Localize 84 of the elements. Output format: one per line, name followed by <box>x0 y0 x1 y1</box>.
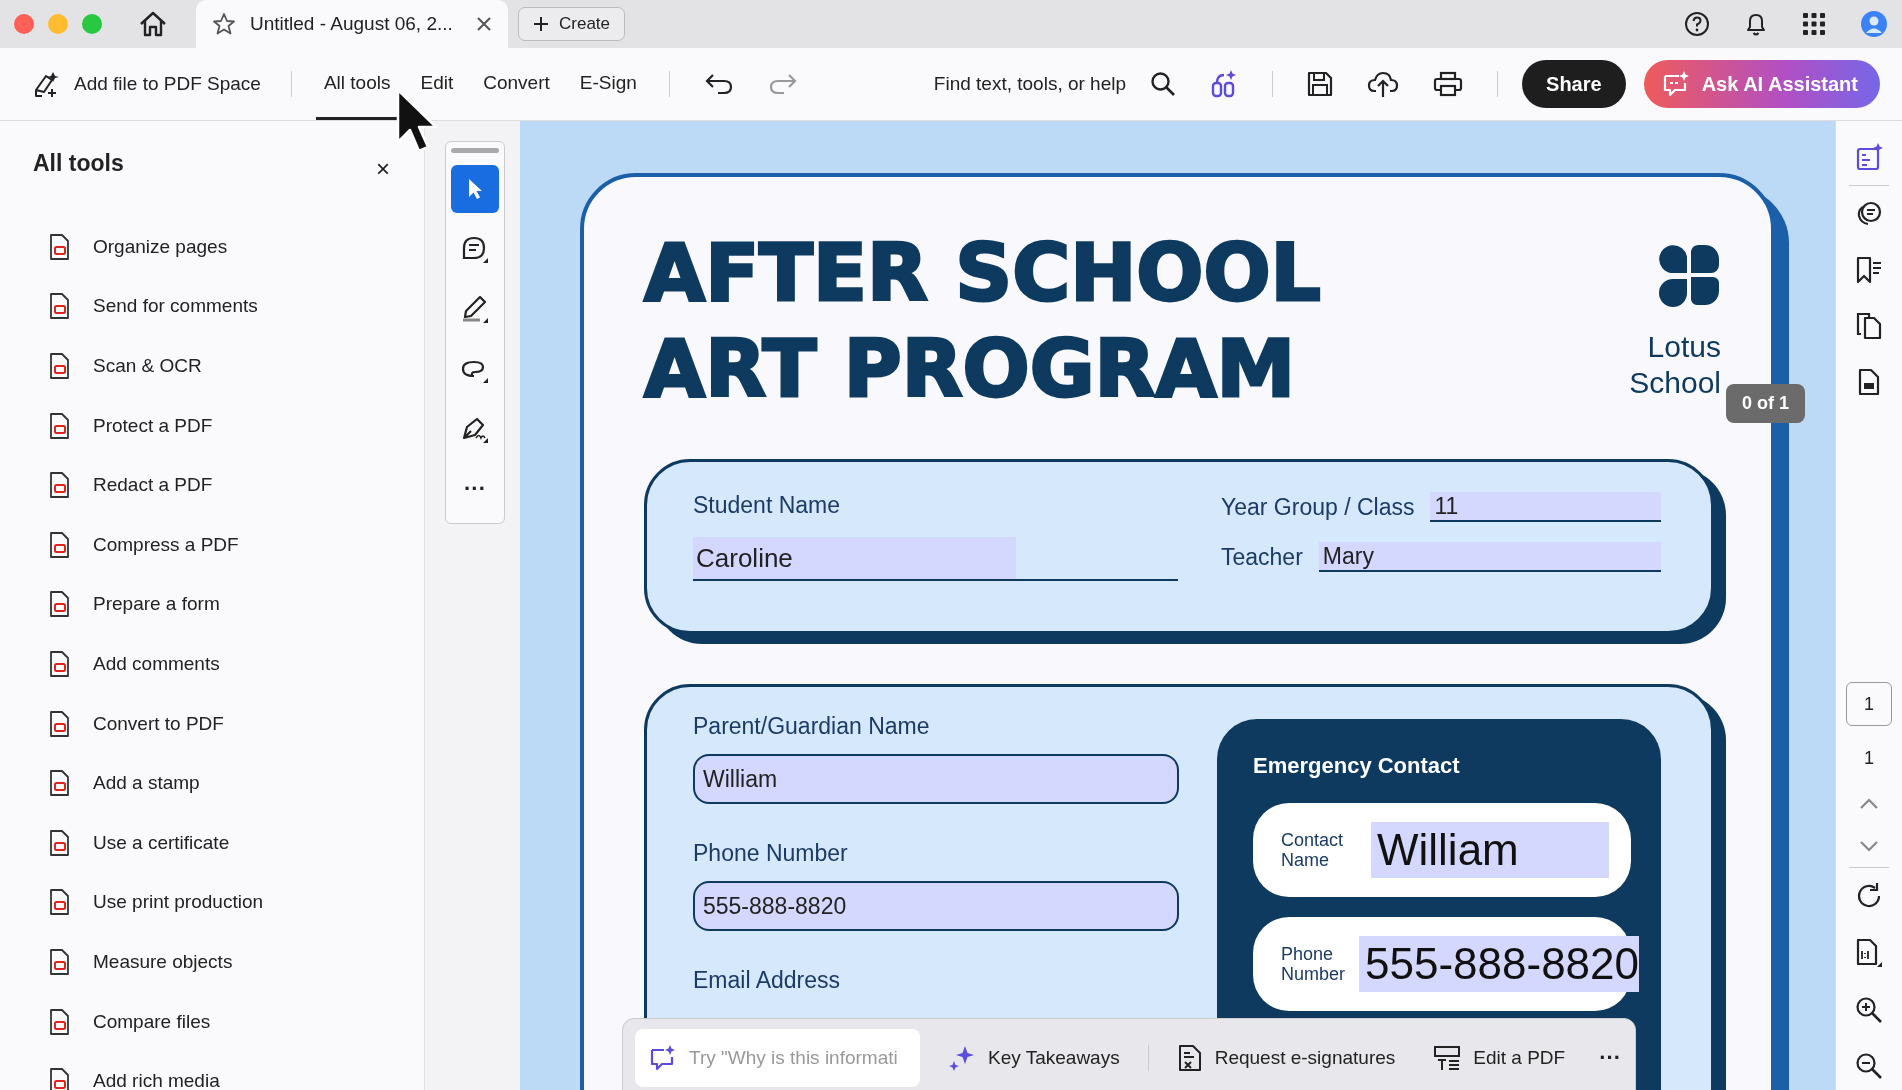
chat-sparkle-icon <box>1661 70 1690 98</box>
tool-item[interactable]: Compare files <box>33 991 424 1052</box>
field-label: Parent/Guardian Name <box>693 713 931 740</box>
search-label[interactable]: Find text, tools, or help <box>933 73 1127 95</box>
redo-icon[interactable] <box>767 73 798 95</box>
nav-tab[interactable]: Edit <box>412 48 462 120</box>
home-icon[interactable] <box>138 10 168 38</box>
form-layout-icon <box>1433 1044 1462 1072</box>
document-title: AFTER SCHOOL ART PROGRAM <box>644 226 1321 417</box>
tool-item[interactable]: Compress a PDF <box>33 514 424 575</box>
field-label: Email Address <box>693 967 841 994</box>
nav-tab[interactable]: Convert <box>475 48 558 120</box>
phone-number-field[interactable]: 555-888-8820 <box>693 881 1179 931</box>
pages-icon[interactable] <box>1855 312 1883 340</box>
more-tools-button[interactable]: ··· <box>451 465 499 513</box>
page-total: 1 <box>1864 748 1874 769</box>
cloud-upload-icon[interactable] <box>1367 70 1400 98</box>
tool-item[interactable]: Organize pages <box>33 217 424 277</box>
bell-icon[interactable] <box>1744 11 1768 37</box>
tool-item[interactable]: Add rich media <box>33 1051 424 1090</box>
add-file-button[interactable]: Add file to PDF Space <box>26 69 267 99</box>
panel-title: All tools <box>33 149 124 177</box>
field-label: Phone Number <box>693 840 849 867</box>
tool-item[interactable]: Prepare a form <box>33 574 424 635</box>
comments-icon[interactable] <box>1855 200 1883 228</box>
search-icon[interactable] <box>1150 71 1177 97</box>
page-tooltip: 0 of 1 <box>1726 384 1805 423</box>
rotate-icon[interactable] <box>1855 882 1883 910</box>
guardian-name-field[interactable]: William <box>693 754 1179 804</box>
teacher-field[interactable]: Mary <box>1318 542 1661 572</box>
save-icon[interactable] <box>1307 71 1334 97</box>
prompt-action-button[interactable]: Key Takeaways <box>938 1044 1130 1072</box>
share-button[interactable]: Share <box>1522 60 1626 108</box>
card-title: Emergency Contact <box>1253 753 1461 779</box>
pen-icon <box>460 294 490 324</box>
select-tool-button[interactable] <box>451 165 499 213</box>
tool-item[interactable]: Add a stamp <box>33 753 424 813</box>
tool-item[interactable]: Convert to PDF <box>33 693 424 754</box>
contact-name-field[interactable]: William <box>1371 822 1609 878</box>
help-icon[interactable] <box>1684 11 1710 37</box>
tool-item[interactable]: Scan & OCR <box>33 336 424 396</box>
field-label: Year Group / Class <box>1221 493 1415 521</box>
create-button[interactable]: Create <box>518 7 626 41</box>
star-icon[interactable] <box>212 12 236 36</box>
add-file-icon <box>32 70 60 98</box>
tool-item[interactable]: Add comments <box>33 634 424 694</box>
next-page-icon[interactable] <box>1858 839 1880 853</box>
actual-size-icon[interactable] <box>1855 938 1883 968</box>
page-number-field[interactable]: 1 <box>1846 682 1892 726</box>
zoom-out-icon[interactable] <box>1855 1052 1883 1080</box>
field-label: Student Name <box>693 492 842 519</box>
ai-edit-icon[interactable] <box>1855 143 1883 171</box>
tool-item[interactable]: Send for comments <box>33 276 424 337</box>
prompt-action-button[interactable]: Request e-signatures <box>1166 1044 1406 1072</box>
nav-tab[interactable]: E-Sign <box>571 48 645 120</box>
comment-icon <box>460 234 490 264</box>
tool-item[interactable]: Measure objects <box>33 932 424 992</box>
tool-item[interactable]: Use a certificate <box>33 812 424 873</box>
close-tab-icon[interactable] <box>476 16 492 32</box>
school-name: Lotus School <box>1629 329 1721 401</box>
document-icon <box>1176 1044 1203 1072</box>
field-label: Phone Number <box>1281 944 1345 984</box>
bookmarks-icon[interactable] <box>1855 256 1883 284</box>
more-button[interactable]: ··· <box>1593 1044 1628 1072</box>
prompt-action-button[interactable]: Edit a PDF <box>1423 1044 1576 1072</box>
previous-page-icon[interactable] <box>1858 797 1880 811</box>
ai-assistant-button[interactable]: Ask AI Assistant <box>1643 60 1880 108</box>
field-label: Teacher <box>1221 543 1303 571</box>
year-group-field[interactable]: 11 <box>1430 492 1661 522</box>
undo-icon[interactable] <box>703 73 734 95</box>
document-tab[interactable]: Untitled - August 06, 2... <box>196 0 508 48</box>
plus-icon <box>533 16 549 32</box>
contact-phone-field[interactable]: 555-888-8820 <box>1359 936 1640 992</box>
zoom-in-icon[interactable] <box>1855 996 1883 1024</box>
avatar-icon[interactable] <box>1860 10 1888 38</box>
flower-logo-icon <box>1657 243 1721 307</box>
tool-item[interactable]: Use print production <box>33 872 424 933</box>
prompt-field[interactable]: Try "Why is this informati <box>635 1029 920 1087</box>
close-panel-button[interactable]: × <box>370 155 396 183</box>
tool-item[interactable]: Redact a PDF <box>33 455 424 515</box>
field-label: Contact Name <box>1281 830 1345 870</box>
print-icon[interactable] <box>1433 71 1464 97</box>
apps-grid-icon[interactable] <box>1802 12 1826 36</box>
tool-item[interactable]: Protect a PDF <box>33 395 424 456</box>
